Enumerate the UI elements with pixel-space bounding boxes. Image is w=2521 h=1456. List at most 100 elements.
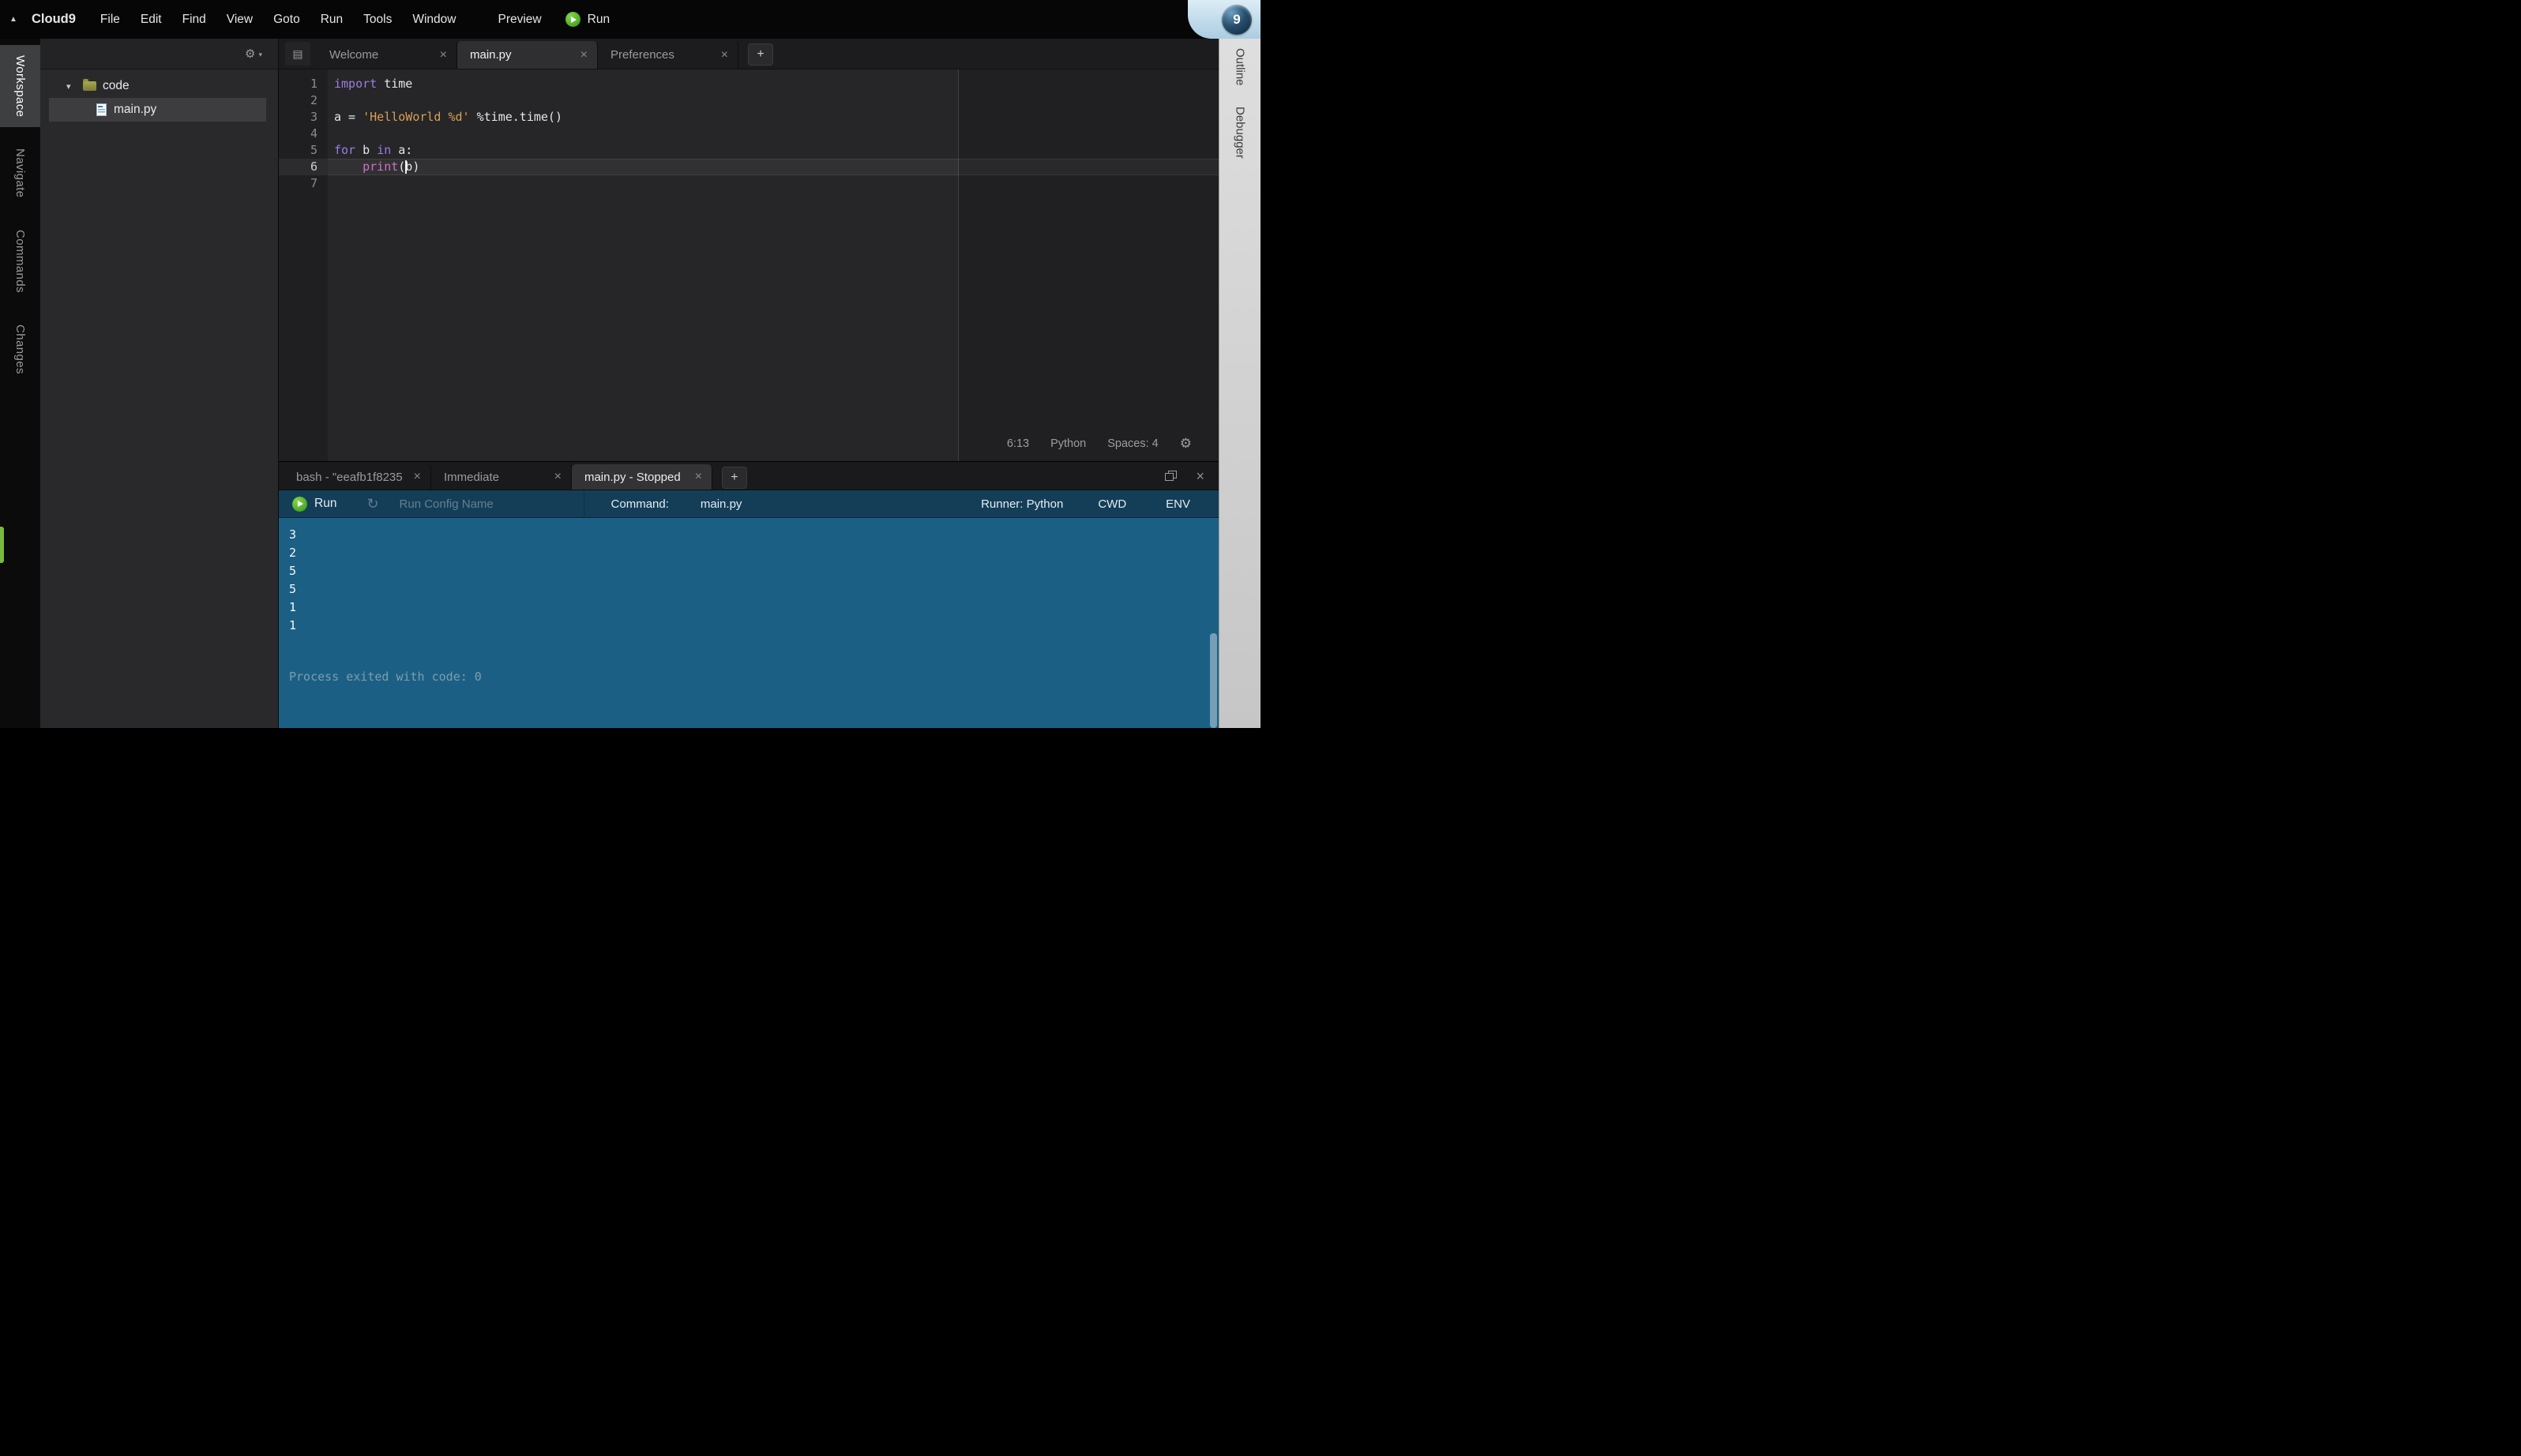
tab-close-icon[interactable]: × bbox=[695, 470, 702, 484]
console-output: 325511 Process exited with code: 0 bbox=[279, 518, 1219, 728]
console-output-line: 3 bbox=[289, 526, 1219, 544]
tab-label: main.py bbox=[470, 48, 569, 62]
console-tab-immediate[interactable]: Immediate × bbox=[431, 464, 572, 490]
right-rail-tab-outline[interactable]: Outline bbox=[1220, 48, 1260, 86]
run-config-input[interactable] bbox=[398, 497, 563, 512]
tab-list-icon[interactable]: ▤ bbox=[285, 42, 310, 66]
tab-close-icon[interactable]: × bbox=[440, 48, 447, 62]
code-area[interactable]: import timea = 'HelloWorld %d' %time.tim… bbox=[328, 69, 1219, 461]
tree-folder-code[interactable]: ▾ code bbox=[40, 74, 278, 98]
console-tabbar-spacer bbox=[747, 462, 1166, 490]
tab-label: Immediate bbox=[444, 471, 543, 484]
workspace-panel-header: ⚙ ▾ bbox=[40, 39, 278, 69]
line-number: 4 bbox=[279, 126, 328, 142]
cwd-button[interactable]: CWD bbox=[1098, 497, 1126, 511]
new-console-tab-button[interactable]: + bbox=[722, 467, 747, 489]
menu-run[interactable]: Run bbox=[310, 13, 353, 27]
run-toolbar: Run ↻ Command: main.py Runner: Python CW… bbox=[279, 490, 1219, 518]
play-icon bbox=[292, 497, 307, 512]
menu-file[interactable]: File bbox=[90, 13, 130, 27]
collab-panel-handle[interactable] bbox=[0, 527, 4, 563]
cloud9-logo[interactable]: 9 bbox=[1222, 5, 1252, 35]
right-rail: Outline Debugger bbox=[1219, 39, 1260, 728]
editor-tab-main-py[interactable]: main.py × bbox=[457, 41, 598, 69]
workspace-gear-icon[interactable]: ⚙ bbox=[245, 47, 255, 61]
command-value[interactable]: main.py bbox=[701, 497, 742, 511]
file-label: main.py bbox=[114, 103, 156, 117]
code-line-5: for b in a: bbox=[328, 142, 1219, 159]
code-line-2 bbox=[328, 92, 1219, 109]
app-brand: Cloud9 bbox=[32, 12, 76, 27]
tab-close-icon[interactable]: × bbox=[580, 48, 588, 62]
right-rail-tab-debugger[interactable]: Debugger bbox=[1220, 107, 1260, 159]
python-file-icon bbox=[96, 103, 107, 116]
line-number: 3 bbox=[279, 109, 328, 126]
center-column: ▤ Welcome×main.py×Preferences× + 1234567… bbox=[279, 39, 1219, 728]
env-button[interactable]: ENV bbox=[1166, 497, 1190, 511]
right-rail-tabs: Outline Debugger bbox=[1220, 48, 1260, 178]
console-tab-main-py-stopped[interactable]: main.py - Stopped × bbox=[572, 464, 712, 490]
tab-label: main.py - Stopped bbox=[584, 471, 684, 484]
close-panel-icon[interactable]: × bbox=[1196, 469, 1204, 483]
menu-goto[interactable]: Goto bbox=[263, 13, 310, 27]
line-number: 1 bbox=[279, 76, 328, 92]
text-cursor bbox=[405, 160, 407, 174]
console-scrollbar-thumb[interactable] bbox=[1210, 633, 1217, 728]
editor-pane: ▤ Welcome× main.py × Preferences × + 1234567… bbox=[279, 39, 1219, 461]
tab-close-icon[interactable]: × bbox=[721, 48, 728, 62]
disclosure-caret-icon[interactable]: ▾ bbox=[66, 81, 77, 92]
editor-tabbar: ▤ Welcome× main.py × Preferences × + bbox=[279, 39, 1219, 69]
sidebar-tab-commands[interactable]: Commands bbox=[0, 220, 40, 303]
console-run-button[interactable]: Run bbox=[292, 497, 336, 512]
tab-label: Preferences bbox=[611, 48, 710, 62]
code-line-7 bbox=[328, 175, 1219, 192]
tab-close-icon[interactable]: × bbox=[414, 470, 421, 484]
menu-find[interactable]: Find bbox=[172, 13, 216, 27]
editor-gutter: 1234567 bbox=[279, 69, 328, 461]
maximize-panel-icon[interactable] bbox=[1165, 471, 1177, 481]
new-tab-button[interactable]: + bbox=[748, 43, 773, 66]
restart-icon[interactable]: ↻ bbox=[366, 497, 378, 511]
menubar: ▲ Cloud9 FileEditFindViewGotoRunToolsWin… bbox=[0, 0, 1260, 39]
run-button-label: Run bbox=[588, 13, 610, 27]
chevron-down-icon[interactable]: ▾ bbox=[258, 51, 262, 59]
sidebar-tab-workspace[interactable]: Workspace bbox=[0, 45, 40, 127]
runner-selector[interactable]: Runner: Python bbox=[981, 497, 1063, 511]
code-lines: import timea = 'HelloWorld %d' %time.tim… bbox=[328, 76, 1219, 192]
editor-settings-gear-icon[interactable]: ⚙ bbox=[1180, 436, 1192, 452]
sidebar-tab-changes[interactable]: Changes bbox=[0, 314, 40, 385]
main-area: Workspace Navigate Commands Changes ⚙ ▾ ▾ c… bbox=[0, 39, 1260, 728]
preview-button[interactable]: Preview bbox=[485, 13, 554, 27]
menu-tools[interactable]: Tools bbox=[353, 13, 402, 27]
tree-file-main-py[interactable]: main.py bbox=[49, 98, 266, 122]
sidebar-tab-navigate[interactable]: Navigate bbox=[0, 138, 40, 208]
console-tab-bash-eeafb1f8235[interactable]: bash - "eeafb1f8235 × bbox=[284, 464, 431, 490]
code-line-1: import time bbox=[328, 76, 1219, 92]
run-button-top[interactable]: Run bbox=[554, 12, 621, 27]
editor-tab-welcome[interactable]: Welcome× bbox=[317, 41, 457, 69]
console-tabbar: bash - "eeafb1f8235×Immediate×main.py - … bbox=[279, 462, 1219, 490]
tab-label: bash - "eeafb1f8235 bbox=[296, 471, 403, 484]
line-number: 6 bbox=[279, 159, 328, 175]
folder-label: code bbox=[103, 79, 130, 93]
code-line-4 bbox=[328, 126, 1219, 142]
console-panel: bash - "eeafb1f8235×Immediate×main.py - … bbox=[279, 461, 1219, 728]
code-editor[interactable]: 1234567 import timea = 'HelloWorld %d' %… bbox=[279, 69, 1219, 461]
editor-tabs: Welcome× main.py × Preferences × bbox=[317, 39, 738, 69]
editor-tab-preferences[interactable]: Preferences × bbox=[598, 41, 738, 69]
tab-close-icon[interactable]: × bbox=[554, 470, 562, 484]
workspace-panel: ⚙ ▾ ▾ code main.py bbox=[40, 39, 279, 728]
menu-window[interactable]: Window bbox=[402, 13, 466, 27]
menu-view[interactable]: View bbox=[216, 13, 263, 27]
line-number: 2 bbox=[279, 92, 328, 109]
console-output-line: 5 bbox=[289, 580, 1219, 599]
collapse-menubar-icon[interactable]: ▲ bbox=[0, 15, 27, 24]
syntax-mode[interactable]: Python bbox=[1050, 437, 1086, 450]
menu-edit[interactable]: Edit bbox=[130, 13, 172, 27]
code-line-6: print(b) bbox=[328, 159, 1219, 175]
cloud9-ide-window: ▲ Cloud9 FileEditFindViewGotoRunToolsWin… bbox=[0, 0, 1260, 728]
console-window-controls: × bbox=[1165, 462, 1204, 490]
left-rail: Workspace Navigate Commands Changes bbox=[0, 39, 40, 728]
line-number: 7 bbox=[279, 175, 328, 192]
indent-setting[interactable]: Spaces: 4 bbox=[1107, 437, 1159, 450]
